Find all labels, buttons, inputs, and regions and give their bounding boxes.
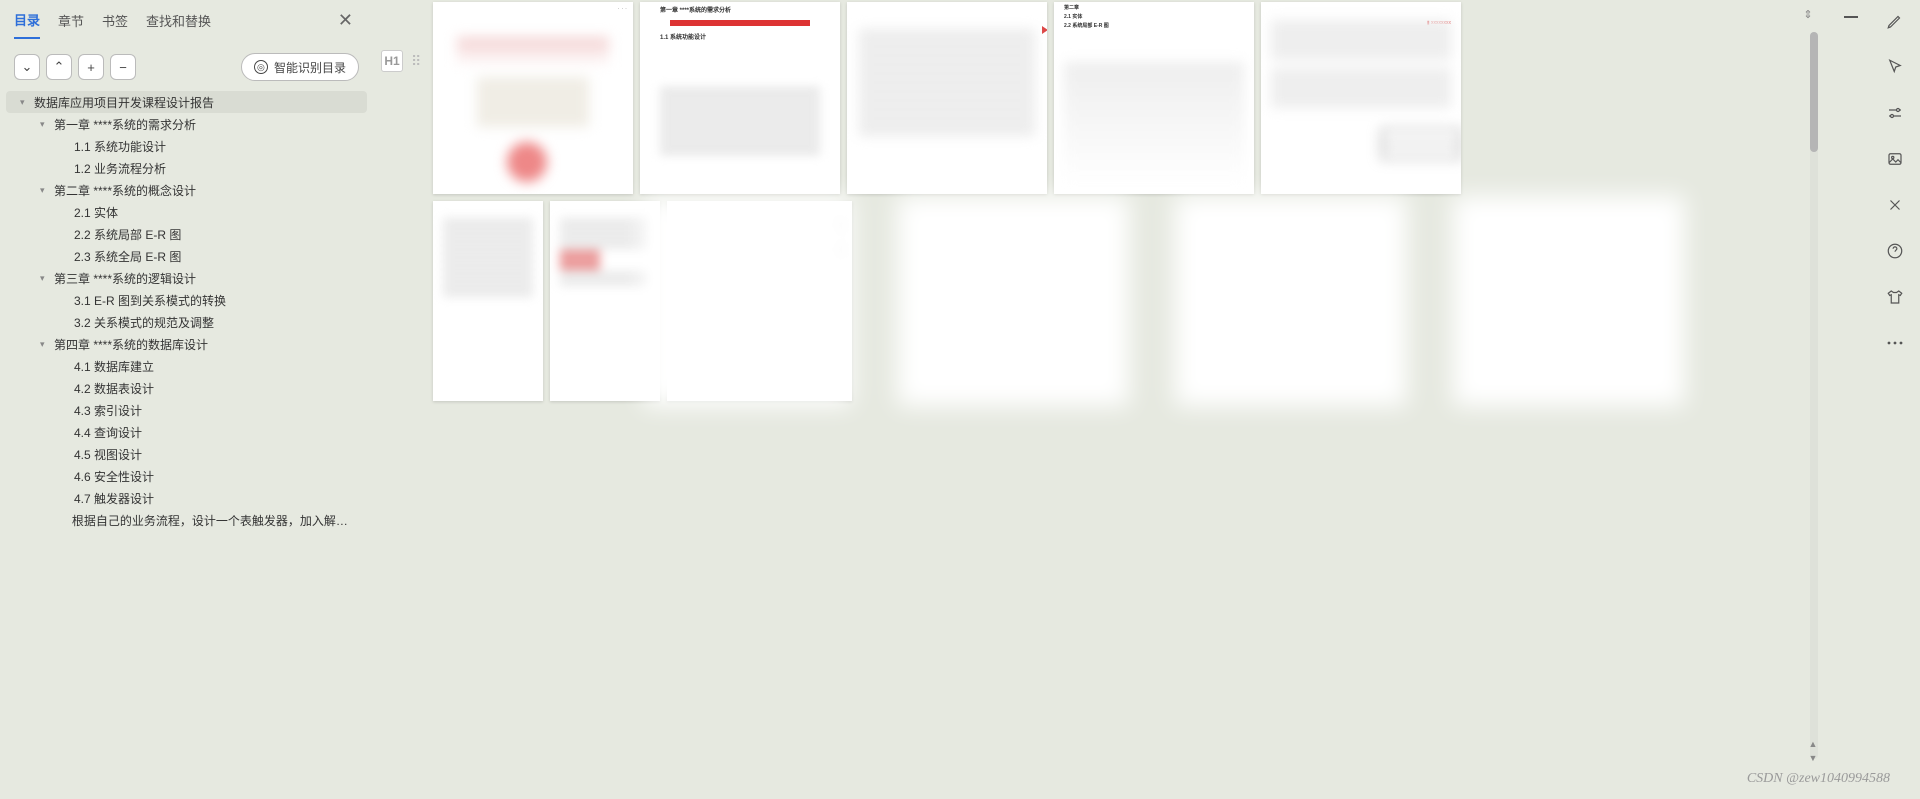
outline-node[interactable]: 2.1 实体 — [6, 201, 367, 223]
page-thumb-5[interactable]: ▮ xxxxxxxx — [1261, 2, 1461, 194]
page-thumb-1[interactable]: · · · — [433, 2, 633, 194]
outline-node-label: 1.2 业务流程分析 — [74, 160, 166, 177]
outline-tree[interactable]: ▾ 数据库应用项目开发课程设计报告 ▾ 第一章 ****系统的需求分析 1.1 系统功能… — [0, 91, 373, 799]
caret-icon[interactable]: ▾ — [40, 273, 50, 284]
scroll-up-icon[interactable]: ▲ — [1808, 739, 1818, 749]
outline-node-label: 2.3 系统全局 E-R 图 — [74, 248, 181, 265]
page-thumb-6[interactable] — [433, 201, 543, 401]
tab-chapter[interactable]: 章节 — [58, 11, 84, 38]
outline-node-label: 4.7 触发器设计 — [74, 490, 154, 507]
page-thumb-3[interactable] — [847, 2, 1047, 194]
tab-toc[interactable]: 目录 — [14, 10, 40, 39]
outline-node-label: 1.1 系统功能设计 — [74, 138, 166, 155]
tshirt-icon[interactable] — [1884, 286, 1906, 308]
outline-node-label: 4.5 视图设计 — [74, 446, 142, 463]
help-icon[interactable] — [1884, 240, 1906, 262]
scrollbar-thumb[interactable] — [1810, 32, 1818, 152]
caret-icon[interactable]: ▾ — [40, 339, 50, 350]
outline-node-label: 第一章 ****系统的需求分析 — [54, 116, 196, 133]
outline-node-label: 3.2 关系模式的规范及调整 — [74, 314, 214, 331]
outline-node[interactable]: 4.1 数据库建立 — [6, 355, 367, 377]
outline-node[interactable]: ▾ 数据库应用项目开发课程设计报告 — [6, 91, 367, 113]
outline-node[interactable]: 4.5 视图设计 — [6, 443, 367, 465]
page-thumb-4[interactable]: 第二章 2.1 实体 2.2 系统局部 E-R 图 — [1054, 2, 1254, 194]
outline-node[interactable]: 4.4 查询设计 — [6, 421, 367, 443]
sidebar-tabs: 目录 章节 书签 查找和替换 ✕ — [0, 10, 373, 39]
close-panel-icon[interactable]: ✕ — [338, 10, 353, 31]
caret-icon[interactable]: ▾ — [20, 97, 30, 108]
outline-node[interactable]: 4.6 安全性设计 — [6, 465, 367, 487]
image-icon[interactable] — [1884, 148, 1906, 170]
ruler-toggle-icon[interactable]: ⇕ — [1801, 8, 1815, 22]
outline-node[interactable]: 2.2 系统局部 E-R 图 — [6, 223, 367, 245]
blurred-pages — [643, 196, 1800, 406]
outline-node[interactable]: 1.2 业务流程分析 — [6, 157, 367, 179]
tab-bookmark[interactable]: 书签 — [102, 11, 128, 38]
add-button[interactable]: + — [78, 54, 104, 80]
outline-node-label: 4.6 安全性设计 — [74, 468, 154, 485]
pg4-c: 2.2 系统局部 E-R 图 — [1064, 22, 1244, 29]
outline-node[interactable]: 2.3 系统全局 E-R 图 — [6, 245, 367, 267]
minimize-icon[interactable] — [1844, 16, 1858, 18]
expand-button[interactable]: ⌄ — [14, 54, 40, 80]
outline-node-label: 4.2 数据表设计 — [74, 380, 154, 397]
outline-node-label: 第二章 ****系统的概念设计 — [54, 182, 196, 199]
outline-node-label: 第三章 ****系统的逻辑设计 — [54, 270, 196, 287]
outline-node-label: 2.2 系统局部 E-R 图 — [74, 226, 181, 243]
outline-node[interactable]: 根据自己的业务流程，设计一个表触发器，加入解释说明该触发器 ... — [6, 509, 367, 531]
target-icon: ◎ — [254, 60, 268, 74]
pg2-title-1: 第一章 ****系统的需求分析 — [660, 5, 820, 14]
outline-toolbar: ⌄ ⌃ + − ◎ 智能识别目录 — [0, 39, 373, 91]
outline-node[interactable]: 3.2 关系模式的规范及调整 — [6, 311, 367, 333]
outline-node-label: 4.1 数据库建立 — [74, 358, 154, 375]
remove-button[interactable]: − — [110, 54, 136, 80]
outline-node[interactable]: 4.3 索引设计 — [6, 399, 367, 421]
settings-slider-icon[interactable] — [1884, 102, 1906, 124]
outline-node-label: 2.1 实体 — [74, 204, 118, 221]
outline-node-label: 4.3 索引设计 — [74, 402, 142, 419]
outline-node[interactable]: ▾ 第二章 ****系统的概念设计 — [6, 179, 367, 201]
tools-icon[interactable] — [1884, 194, 1906, 216]
smart-recognize-button[interactable]: ◎ 智能识别目录 — [241, 53, 359, 81]
page-row-1: · · · 第一章 ****系统的需求分析 1.1 系统功能设计 第二章 2.1… — [433, 2, 1800, 194]
outline-node[interactable]: ▾ 第一章 ****系统的需求分析 — [6, 113, 367, 135]
smart-label: 智能识别目录 — [274, 59, 346, 76]
outline-node[interactable]: 3.1 E-R 图到关系模式的转换 — [6, 289, 367, 311]
document-canvas[interactable]: ⇕ H1 ⠿ · · · 第一章 ****系统的需求分析 1.1 系统功能设计 — [373, 0, 1870, 799]
outline-node-label: 第四章 ****系统的数据库设计 — [54, 336, 208, 353]
outline-node[interactable]: 1.1 系统功能设计 — [6, 135, 367, 157]
scroll-down-icon[interactable]: ▼ — [1808, 753, 1818, 763]
tab-find-replace[interactable]: 查找和替换 — [146, 11, 211, 38]
outline-node[interactable]: ▾ 第三章 ****系统的逻辑设计 — [6, 267, 367, 289]
drag-grip-icon[interactable]: ⠿ — [411, 53, 419, 70]
right-toolbar — [1870, 0, 1920, 799]
pg4-a: 第二章 — [1064, 4, 1244, 11]
bookmark-icon — [1042, 26, 1047, 34]
caret-icon[interactable]: ▾ — [40, 119, 50, 130]
page-header: · · · — [433, 2, 633, 16]
more-icon[interactable] — [1884, 332, 1906, 354]
outline-node-label: 4.4 查询设计 — [74, 424, 142, 441]
pg2-title-2: 1.1 系统功能设计 — [660, 32, 820, 41]
cursor-icon[interactable] — [1884, 56, 1906, 78]
watermark: CSDN @zew1040994588 — [1747, 771, 1890, 787]
outline-node-label: 3.1 E-R 图到关系模式的转换 — [74, 292, 226, 309]
page-thumb-2[interactable]: 第一章 ****系统的需求分析 1.1 系统功能设计 — [640, 2, 840, 194]
outline-node[interactable]: 4.2 数据表设计 — [6, 377, 367, 399]
pg4-b: 2.1 实体 — [1064, 13, 1244, 20]
outline-node[interactable]: 4.7 触发器设计 — [6, 487, 367, 509]
floating-heading-tool: H1 ⠿ — [381, 50, 419, 72]
vertical-scrollbar[interactable] — [1810, 32, 1818, 759]
pen-icon[interactable] — [1884, 10, 1906, 32]
outline-sidebar: 目录 章节 书签 查找和替换 ✕ ⌄ ⌃ + − ◎ 智能识别目录 ▾ 数据库应用… — [0, 0, 373, 799]
outline-node-label: 根据自己的业务流程，设计一个表触发器，加入解释说明该触发器 ... — [72, 512, 357, 529]
caret-icon[interactable]: ▾ — [40, 185, 50, 196]
heading-level-button[interactable]: H1 — [381, 50, 403, 72]
outline-node-label: 数据库应用项目开发课程设计报告 — [34, 94, 214, 111]
collapse-button[interactable]: ⌃ — [46, 54, 72, 80]
outline-node[interactable]: ▾ 第四章 ****系统的数据库设计 — [6, 333, 367, 355]
